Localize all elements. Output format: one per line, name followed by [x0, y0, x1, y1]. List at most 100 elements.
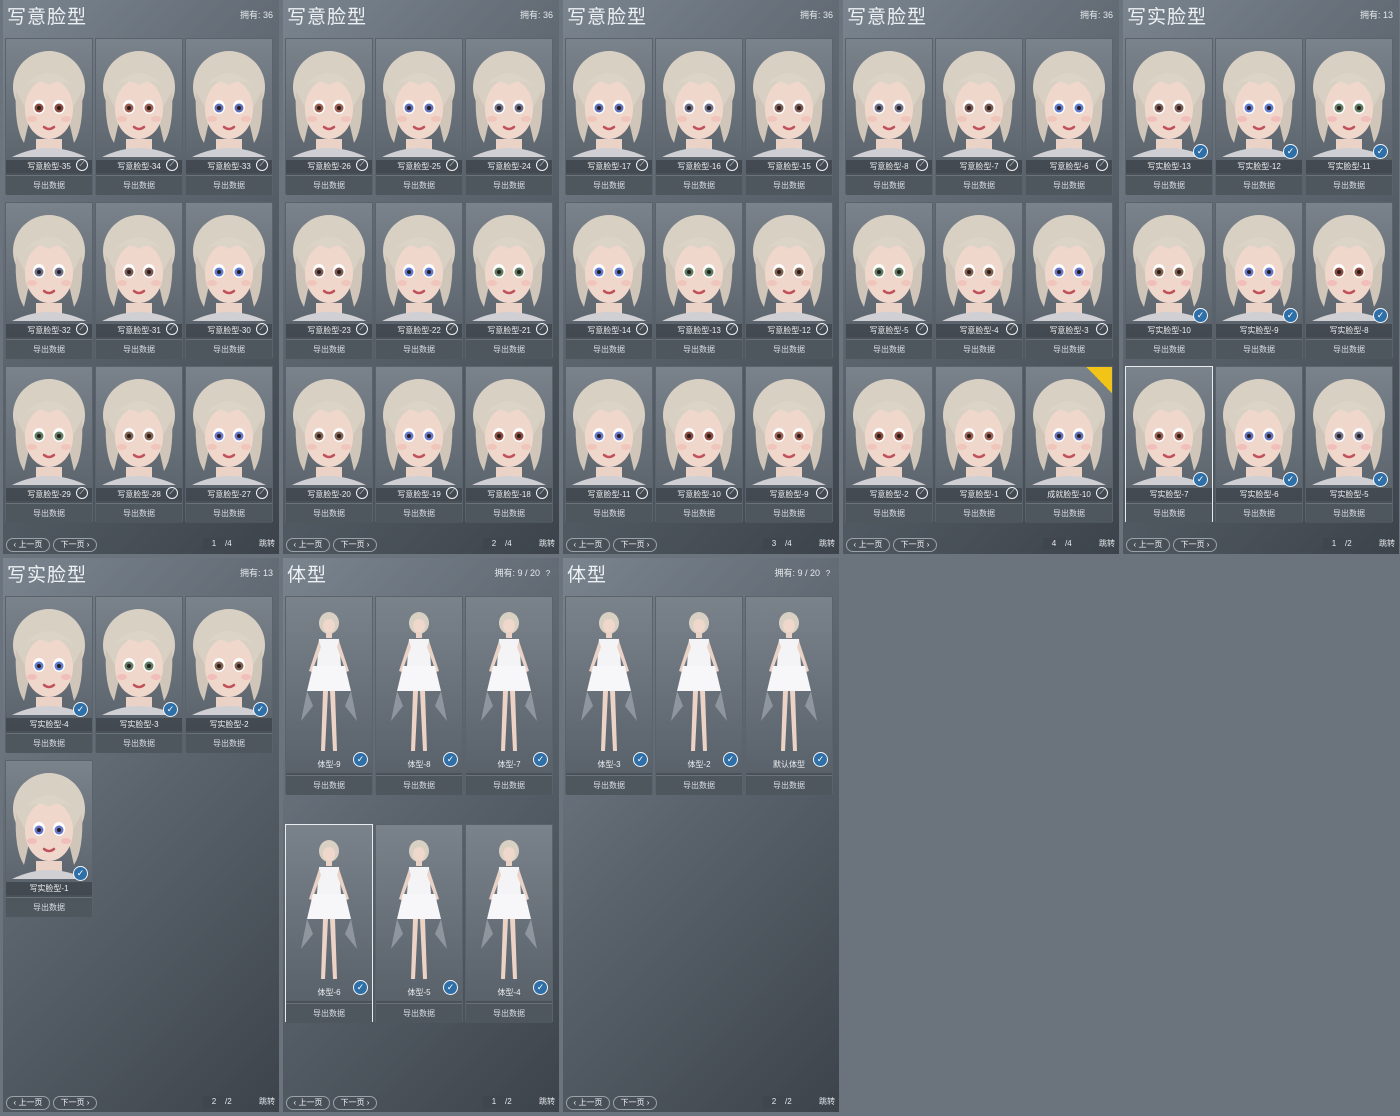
- page-input[interactable]: 2: [203, 1096, 225, 1108]
- appearance-card[interactable]: 写意脸型-31 ⟋ 导出数据: [95, 202, 183, 359]
- export-data-button[interactable]: 导出数据: [746, 775, 832, 795]
- appearance-card[interactable]: 写意脸型-28 ⟋ 导出数据: [95, 366, 183, 523]
- prev-page-button[interactable]: ‹ 上一页: [286, 1096, 330, 1110]
- export-data-button[interactable]: 导出数据: [1306, 175, 1392, 195]
- page-input[interactable]: 1: [203, 538, 225, 550]
- appearance-card[interactable]: 体型-8 ✓ 导出数据: [375, 596, 463, 795]
- appearance-card[interactable]: 写实脸型-11 ✓ 导出数据: [1305, 38, 1393, 195]
- appearance-card[interactable]: 写意脸型-19 ⟋ 导出数据: [375, 366, 463, 523]
- appearance-card[interactable]: 写意脸型-10 ⟋ 导出数据: [655, 366, 743, 523]
- export-data-button[interactable]: 导出数据: [286, 503, 372, 523]
- jump-button[interactable]: 跳转: [259, 1096, 275, 1108]
- export-data-button[interactable]: 导出数据: [1216, 503, 1302, 523]
- appearance-card[interactable]: 写实脸型-12 ✓ 导出数据: [1215, 38, 1303, 195]
- appearance-card[interactable]: 体型-3 ✓ 导出数据: [565, 596, 653, 795]
- export-data-button[interactable]: 导出数据: [376, 1003, 462, 1023]
- appearance-card[interactable]: 写意脸型-24 ⟋ 导出数据: [465, 38, 553, 195]
- next-page-button[interactable]: 下一页 ›: [53, 538, 97, 552]
- page-input[interactable]: 3: [763, 538, 785, 550]
- export-data-button[interactable]: 导出数据: [1216, 339, 1302, 359]
- export-data-button[interactable]: 导出数据: [286, 1003, 372, 1023]
- appearance-card[interactable]: 写意脸型-25 ⟋ 导出数据: [375, 38, 463, 195]
- export-data-button[interactable]: 导出数据: [6, 175, 92, 195]
- appearance-card[interactable]: 写意脸型-2 ⟋ 导出数据: [845, 366, 933, 523]
- next-page-button[interactable]: 下一页 ›: [613, 538, 657, 552]
- export-data-button[interactable]: 导出数据: [1026, 175, 1112, 195]
- export-data-button[interactable]: 导出数据: [286, 339, 372, 359]
- appearance-card[interactable]: 写意脸型-14 ⟋ 导出数据: [565, 202, 653, 359]
- export-data-button[interactable]: 导出数据: [746, 503, 832, 523]
- export-data-button[interactable]: 导出数据: [6, 733, 92, 753]
- appearance-card[interactable]: 写意脸型-33 ⟋ 导出数据: [185, 38, 273, 195]
- appearance-card[interactable]: 写意脸型-15 ⟋ 导出数据: [745, 38, 833, 195]
- prev-page-button[interactable]: ‹ 上一页: [566, 538, 610, 552]
- appearance-card[interactable]: 写意脸型-23 ⟋ 导出数据: [285, 202, 373, 359]
- appearance-card[interactable]: 写意脸型-34 ⟋ 导出数据: [95, 38, 183, 195]
- appearance-card[interactable]: 写意脸型-11 ⟋ 导出数据: [565, 366, 653, 523]
- page-input[interactable]: 2: [763, 1096, 785, 1108]
- export-data-button[interactable]: 导出数据: [6, 897, 92, 917]
- appearance-card[interactable]: 写实脸型-5 ✓ 导出数据: [1305, 366, 1393, 523]
- jump-button[interactable]: 跳转: [1099, 538, 1115, 550]
- export-data-button[interactable]: 导出数据: [1126, 339, 1212, 359]
- export-data-button[interactable]: 导出数据: [1126, 175, 1212, 195]
- appearance-card[interactable]: 写实脸型-7 ✓ 导出数据: [1125, 366, 1213, 523]
- export-data-button[interactable]: 导出数据: [656, 175, 742, 195]
- export-data-button[interactable]: 导出数据: [286, 775, 372, 795]
- export-data-button[interactable]: 导出数据: [1306, 339, 1392, 359]
- export-data-button[interactable]: 导出数据: [286, 175, 372, 195]
- page-input[interactable]: 1: [1323, 538, 1345, 550]
- export-data-button[interactable]: 导出数据: [466, 1003, 552, 1023]
- export-data-button[interactable]: 导出数据: [656, 775, 742, 795]
- appearance-card[interactable]: 写实脸型-6 ✓ 导出数据: [1215, 366, 1303, 523]
- jump-button[interactable]: 跳转: [259, 538, 275, 550]
- next-page-button[interactable]: 下一页 ›: [613, 1096, 657, 1110]
- appearance-card[interactable]: 写意脸型-21 ⟋ 导出数据: [465, 202, 553, 359]
- export-data-button[interactable]: 导出数据: [466, 775, 552, 795]
- appearance-card[interactable]: 体型-5 ✓ 导出数据: [375, 824, 463, 1023]
- appearance-card[interactable]: 写实脸型-13 ✓ 导出数据: [1125, 38, 1213, 195]
- appearance-card[interactable]: 写实脸型-3 ✓ 导出数据: [95, 596, 183, 753]
- export-data-button[interactable]: 导出数据: [566, 503, 652, 523]
- appearance-card[interactable]: 写意脸型-27 ⟋ 导出数据: [185, 366, 273, 523]
- appearance-card[interactable]: 写意脸型-13 ⟋ 导出数据: [655, 202, 743, 359]
- appearance-card[interactable]: 写意脸型-30 ⟋ 导出数据: [185, 202, 273, 359]
- appearance-card[interactable]: 写实脸型-2 ✓ 导出数据: [185, 596, 273, 753]
- appearance-card[interactable]: 写实脸型-9 ✓ 导出数据: [1215, 202, 1303, 359]
- export-data-button[interactable]: 导出数据: [96, 733, 182, 753]
- export-data-button[interactable]: 导出数据: [96, 503, 182, 523]
- export-data-button[interactable]: 导出数据: [376, 775, 462, 795]
- appearance-card[interactable]: 写意脸型-35 ⟋ 导出数据: [5, 38, 93, 195]
- appearance-card[interactable]: 写意脸型-12 ⟋ 导出数据: [745, 202, 833, 359]
- export-data-button[interactable]: 导出数据: [466, 339, 552, 359]
- export-data-button[interactable]: 导出数据: [656, 503, 742, 523]
- export-data-button[interactable]: 导出数据: [566, 339, 652, 359]
- export-data-button[interactable]: 导出数据: [846, 503, 932, 523]
- appearance-card[interactable]: 写意脸型-8 ⟋ 导出数据: [845, 38, 933, 195]
- export-data-button[interactable]: 导出数据: [936, 175, 1022, 195]
- export-data-button[interactable]: 导出数据: [1026, 339, 1112, 359]
- appearance-card[interactable]: 写实脸型-1 ✓ 导出数据: [5, 760, 93, 917]
- jump-button[interactable]: 跳转: [539, 1096, 555, 1108]
- appearance-card[interactable]: 写意脸型-7 ⟋ 导出数据: [935, 38, 1023, 195]
- export-data-button[interactable]: 导出数据: [96, 175, 182, 195]
- export-data-button[interactable]: 导出数据: [746, 339, 832, 359]
- appearance-card[interactable]: 默认体型 ✓ 导出数据: [745, 596, 833, 795]
- appearance-card[interactable]: 体型-4 ✓ 导出数据: [465, 824, 553, 1023]
- export-data-button[interactable]: 导出数据: [96, 339, 182, 359]
- appearance-card[interactable]: 写意脸型-3 ⟋ 导出数据: [1025, 202, 1113, 359]
- appearance-card[interactable]: 写意脸型-4 ⟋ 导出数据: [935, 202, 1023, 359]
- jump-button[interactable]: 跳转: [819, 1096, 835, 1108]
- prev-page-button[interactable]: ‹ 上一页: [1126, 538, 1170, 552]
- export-data-button[interactable]: 导出数据: [1126, 503, 1212, 523]
- appearance-card[interactable]: 成就脸型-10 ⟋ 导出数据: [1025, 366, 1113, 523]
- next-page-button[interactable]: 下一页 ›: [1173, 538, 1217, 552]
- appearance-card[interactable]: 写实脸型-10 ✓ 导出数据: [1125, 202, 1213, 359]
- next-page-button[interactable]: 下一页 ›: [53, 1096, 97, 1110]
- appearance-card[interactable]: 写意脸型-17 ⟋ 导出数据: [565, 38, 653, 195]
- jump-button[interactable]: 跳转: [539, 538, 555, 550]
- export-data-button[interactable]: 导出数据: [1216, 175, 1302, 195]
- export-data-button[interactable]: 导出数据: [376, 503, 462, 523]
- appearance-card[interactable]: 写意脸型-1 ⟋ 导出数据: [935, 366, 1023, 523]
- appearance-card[interactable]: 体型-2 ✓ 导出数据: [655, 596, 743, 795]
